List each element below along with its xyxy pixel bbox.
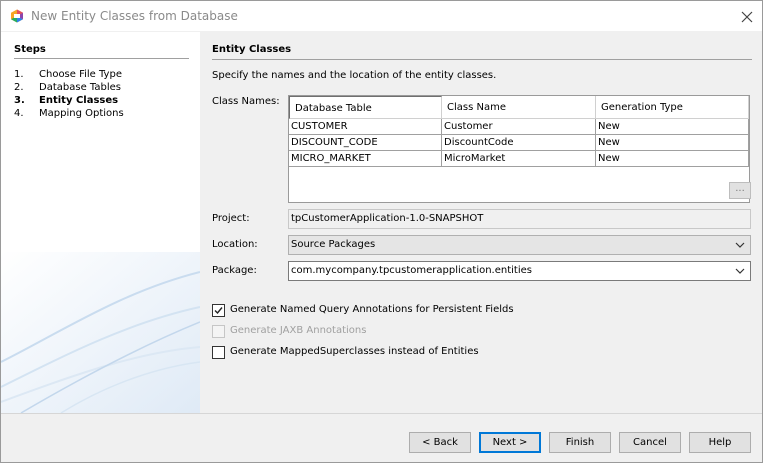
- section-title: Entity Classes: [212, 44, 292, 55]
- project-field[interactable]: tpCustomerApplication-1.0-SNAPSHOT: [288, 209, 751, 229]
- table-header: Database Table Class Name Generation Typ…: [289, 96, 749, 120]
- table-row[interactable]: CUSTOMER Customer New: [289, 119, 749, 135]
- jaxb-checkbox: [212, 325, 225, 338]
- cell-generation-type[interactable]: New: [596, 119, 749, 135]
- netbeans-icon: [11, 9, 23, 23]
- column-header-class-name[interactable]: Class Name: [442, 96, 596, 119]
- named-query-checkbox[interactable]: [212, 304, 225, 317]
- step-label: Database Tables: [39, 82, 121, 93]
- step-label: Choose File Type: [39, 69, 122, 80]
- cell-database-table[interactable]: DISCOUNT_CODE: [289, 135, 442, 151]
- title-bar[interactable]: New Entity Classes from Database: [1, 1, 762, 31]
- section-divider: [212, 59, 752, 60]
- dialog-window: New Entity Classes from Database Steps 1…: [0, 0, 763, 463]
- mapped-superclasses-label[interactable]: Generate MappedSuperclasses instead of E…: [230, 346, 479, 357]
- steps-header: Steps: [14, 44, 46, 55]
- project-label: Project:: [212, 213, 250, 224]
- decorative-swoosh-art: [1, 252, 200, 413]
- close-icon[interactable]: [737, 7, 757, 27]
- help-button[interactable]: Help: [689, 432, 751, 453]
- content-panel: Entity Classes Specify the names and the…: [200, 32, 762, 413]
- project-value: tpCustomerApplication-1.0-SNAPSHOT: [291, 213, 484, 224]
- entity-classes-table[interactable]: Database Table Class Name Generation Typ…: [288, 95, 750, 203]
- column-header-generation-type[interactable]: Generation Type: [596, 96, 749, 119]
- ellipsis-button[interactable]: ...: [729, 182, 751, 199]
- jaxb-label: Generate JAXB Annotations: [230, 325, 367, 336]
- location-label: Location:: [212, 239, 258, 250]
- table-row[interactable]: MICRO_MARKET MicroMarket New: [289, 151, 749, 167]
- package-value: com.mycompany.tpcustomerapplication.enti…: [291, 265, 532, 276]
- location-value: Source Packages: [291, 239, 376, 250]
- steps-panel: Steps 1. Choose File Type 2. Database Ta…: [1, 32, 200, 413]
- mapped-superclasses-checkbox[interactable]: [212, 346, 225, 359]
- step-number: 3.: [14, 95, 25, 106]
- table-row[interactable]: DISCOUNT_CODE DiscountCode New: [289, 135, 749, 151]
- package-combo[interactable]: com.mycompany.tpcustomerapplication.enti…: [288, 261, 751, 281]
- checkmark-icon: [214, 307, 223, 315]
- location-dropdown[interactable]: Source Packages: [288, 235, 751, 255]
- footer-divider: [1, 413, 762, 414]
- chevron-down-icon: [735, 242, 745, 248]
- step-number: 4.: [14, 108, 24, 119]
- cell-generation-type[interactable]: New: [596, 151, 749, 167]
- cell-class-name[interactable]: Customer: [442, 119, 596, 135]
- chevron-down-icon: [735, 268, 745, 274]
- steps-divider: [14, 58, 189, 59]
- cell-class-name[interactable]: MicroMarket: [442, 151, 596, 167]
- section-description: Specify the names and the location of th…: [212, 70, 497, 81]
- finish-button[interactable]: Finish: [549, 432, 611, 453]
- cancel-button[interactable]: Cancel: [619, 432, 681, 453]
- named-query-label[interactable]: Generate Named Query Annotations for Per…: [230, 304, 514, 315]
- window-title: New Entity Classes from Database: [31, 9, 238, 23]
- step-number: 2.: [14, 82, 24, 93]
- cell-generation-type[interactable]: New: [596, 135, 749, 151]
- cell-class-name[interactable]: DiscountCode: [442, 135, 596, 151]
- step-label: Entity Classes: [39, 95, 119, 106]
- next-button[interactable]: Next >: [479, 432, 541, 453]
- column-header-database-table[interactable]: Database Table: [289, 96, 442, 119]
- back-button[interactable]: < Back: [409, 432, 471, 453]
- class-names-label: Class Names:: [212, 96, 280, 107]
- cell-database-table[interactable]: CUSTOMER: [289, 119, 442, 135]
- cell-database-table[interactable]: MICRO_MARKET: [289, 151, 442, 167]
- package-label: Package:: [212, 265, 257, 276]
- step-number: 1.: [14, 69, 24, 80]
- step-label: Mapping Options: [39, 108, 124, 119]
